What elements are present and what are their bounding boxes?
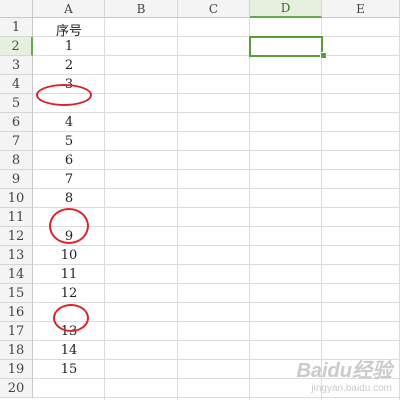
row-header-9[interactable]: 9 — [0, 170, 33, 189]
selected-cell-d2[interactable] — [249, 36, 323, 57]
row-gridline — [33, 55, 400, 56]
row-header-5[interactable]: 5 — [0, 94, 33, 113]
row-gridline — [33, 207, 400, 208]
cell-a7[interactable]: 5 — [33, 134, 105, 149]
watermark-brand: Baidu经验 — [296, 360, 392, 382]
row-gridline — [33, 245, 400, 246]
row-gridline — [33, 131, 400, 132]
row-gridline — [33, 169, 400, 170]
row-header-4[interactable]: 4 — [0, 75, 33, 94]
row-header-12[interactable]: 12 — [0, 227, 33, 246]
watermark-url: jingyan.baidu.com — [311, 383, 392, 394]
row-header-2[interactable]: 2 — [0, 37, 33, 56]
spreadsheet: ABCDE 1 2 3 4 5 6 7 8 9 10 11 12 13 14 15 16 17 18 19 20 序号… — [0, 0, 400, 400]
cell-a9[interactable]: 7 — [33, 172, 105, 187]
row-gridline — [33, 150, 400, 151]
row-header-20[interactable]: 20 — [0, 379, 33, 398]
row-gridline — [33, 302, 400, 303]
watermark: Baidu经验 jingyan.baidu.com — [296, 354, 392, 394]
column-header-e[interactable]: E — [322, 0, 400, 18]
cell-a14[interactable]: 11 — [33, 267, 105, 282]
column-gridline — [249, 18, 250, 400]
row-header-6[interactable]: 6 — [0, 113, 33, 132]
column-header-c[interactable]: C — [178, 0, 250, 18]
column-header-b[interactable]: B — [105, 0, 178, 18]
row-header-14[interactable]: 14 — [0, 265, 33, 284]
row-gridline — [33, 112, 400, 113]
row-gridline — [33, 188, 400, 189]
row-gridline — [33, 397, 400, 398]
cell-a2[interactable]: 1 — [33, 39, 105, 54]
row-header-17[interactable]: 17 — [0, 322, 33, 341]
row-header-7[interactable]: 7 — [0, 132, 33, 151]
row-header-19[interactable]: 19 — [0, 360, 33, 379]
row-header-8[interactable]: 8 — [0, 151, 33, 170]
row-header-16[interactable]: 16 — [0, 303, 33, 322]
row-gridline — [33, 264, 400, 265]
cell-a3[interactable]: 2 — [33, 58, 105, 73]
row-header-15[interactable]: 15 — [0, 284, 33, 303]
cell-a10[interactable]: 8 — [33, 191, 105, 206]
column-gridline — [321, 18, 322, 400]
cell-a18[interactable]: 14 — [33, 343, 105, 358]
column-header-d[interactable]: D — [250, 0, 322, 18]
row-header-3[interactable]: 3 — [0, 56, 33, 75]
cell-a6[interactable]: 4 — [33, 115, 105, 130]
annotation-circle-3 — [53, 304, 89, 332]
row-gridline — [33, 340, 400, 341]
annotation-circle-2 — [49, 208, 89, 244]
annotation-circle-1 — [36, 84, 92, 106]
cell-a13[interactable]: 10 — [33, 248, 105, 263]
cell-a1[interactable]: 序号 — [33, 20, 105, 39]
column-gridline — [177, 18, 178, 400]
cell-a15[interactable]: 12 — [33, 286, 105, 301]
row-header-10[interactable]: 10 — [0, 189, 33, 208]
row-header-13[interactable]: 13 — [0, 246, 33, 265]
row-gridline — [33, 74, 400, 75]
fill-handle[interactable] — [320, 52, 327, 59]
row-header-18[interactable]: 18 — [0, 341, 33, 360]
select-all-corner[interactable] — [0, 0, 33, 18]
row-header-11[interactable]: 11 — [0, 208, 33, 227]
row-header-1[interactable]: 1 — [0, 18, 33, 37]
cell-a19[interactable]: 15 — [33, 362, 105, 377]
column-header-a[interactable]: A — [33, 0, 105, 18]
row-gridline — [33, 283, 400, 284]
cell-grid[interactable]: 序号 1 2 3 4 5 6 7 8 9 10 11 12 13 14 15 — [33, 18, 400, 400]
cell-a8[interactable]: 6 — [33, 153, 105, 168]
